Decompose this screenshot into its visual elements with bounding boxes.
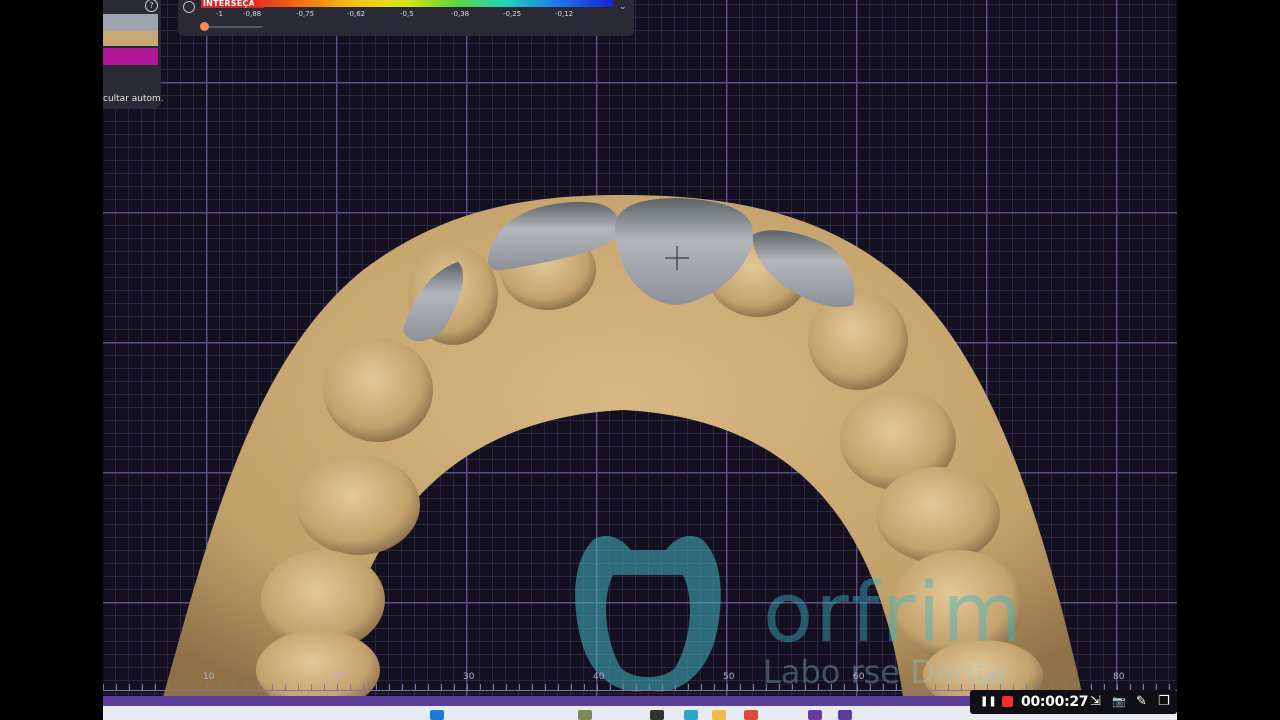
recording-time: 00:00:27 bbox=[1021, 694, 1089, 710]
ruler-tick bbox=[168, 684, 169, 690]
stop-button[interactable] bbox=[1002, 696, 1013, 707]
taskbar-app-icon[interactable] bbox=[684, 710, 698, 720]
ruler-tick bbox=[636, 684, 637, 690]
ruler-tick bbox=[597, 684, 598, 690]
ruler-tick bbox=[584, 684, 585, 690]
ruler-tick bbox=[350, 684, 351, 690]
ruler-tick bbox=[298, 684, 299, 690]
taskbar-app-icon[interactable] bbox=[650, 710, 664, 720]
ruler-tick bbox=[259, 684, 260, 690]
ruler-tick bbox=[415, 684, 416, 690]
swatch-gray[interactable] bbox=[103, 14, 158, 31]
ruler-tick bbox=[129, 684, 130, 690]
ruler-tick bbox=[688, 684, 689, 690]
ruler-tick bbox=[363, 684, 364, 690]
logo-mark bbox=[575, 535, 721, 692]
scale-label: -0,12 bbox=[555, 10, 574, 18]
autohide-label[interactable]: cultar autom. bbox=[103, 94, 164, 104]
tooth bbox=[296, 455, 420, 555]
tooth bbox=[876, 467, 1000, 563]
ruler-tick bbox=[337, 684, 338, 690]
ruler-tick bbox=[402, 684, 403, 690]
ruler-tick bbox=[493, 684, 494, 690]
gauge-icon[interactable] bbox=[183, 1, 195, 13]
ruler-tick bbox=[532, 684, 533, 690]
left-black-bar bbox=[0, 0, 103, 720]
ruler-label: 50 bbox=[723, 672, 735, 682]
ruler-label: 40 bbox=[593, 672, 605, 682]
chevron-down-icon[interactable]: ⌄ bbox=[619, 2, 627, 12]
taskbar-app-icon[interactable] bbox=[838, 710, 852, 720]
scale-label: -1 bbox=[216, 10, 223, 18]
expand-icon[interactable]: ⇲ bbox=[1090, 693, 1101, 711]
ruler-tick bbox=[324, 684, 325, 690]
taskbar-app-icon[interactable] bbox=[808, 710, 822, 720]
ruler-tick bbox=[649, 684, 650, 690]
ruler-tick bbox=[545, 684, 546, 690]
ruler-tick bbox=[194, 684, 195, 690]
folder-icon[interactable] bbox=[712, 710, 726, 720]
ruler-tick bbox=[675, 684, 676, 690]
ruler-tick bbox=[220, 684, 221, 690]
ruler-tick bbox=[207, 684, 208, 690]
scale-label: -0,5 bbox=[400, 10, 414, 18]
ruler-label: 80 bbox=[1113, 672, 1125, 682]
ruler-tick bbox=[506, 684, 507, 690]
ruler-tick bbox=[376, 684, 377, 690]
ruler-tick bbox=[181, 684, 182, 690]
swatch-magenta[interactable] bbox=[103, 48, 158, 65]
ruler-tick bbox=[714, 684, 715, 690]
tooth bbox=[323, 338, 433, 442]
window-icon[interactable]: ❐ bbox=[1158, 693, 1170, 711]
ruler-label: 10 bbox=[203, 672, 215, 682]
ruler-tick bbox=[454, 684, 455, 690]
ruler-tick bbox=[571, 684, 572, 690]
ruler-tick bbox=[467, 684, 468, 690]
right-black-bar bbox=[1177, 0, 1280, 720]
ruler-tick bbox=[116, 684, 117, 690]
threshold-slider[interactable] bbox=[205, 26, 262, 28]
pen-icon[interactable]: ✎ bbox=[1136, 693, 1147, 711]
ruler-tick bbox=[441, 684, 442, 690]
ruler-tick bbox=[311, 684, 312, 690]
ruler-tick bbox=[740, 684, 741, 690]
ruler-tick bbox=[558, 684, 559, 690]
camera-icon[interactable]: 📷 bbox=[1112, 693, 1126, 711]
watermark-name: orfrim bbox=[763, 566, 1025, 661]
swatch-gold[interactable] bbox=[103, 31, 158, 46]
ruler-tick bbox=[155, 684, 156, 690]
ruler-tick bbox=[428, 684, 429, 690]
ruler-label: 30 bbox=[463, 672, 475, 682]
scale-label: -0,75 bbox=[296, 10, 315, 18]
tooth bbox=[808, 290, 908, 390]
scale-label: -0,62 bbox=[347, 10, 366, 18]
scale-label: -0,25 bbox=[503, 10, 522, 18]
ruler-label: 20 bbox=[333, 672, 345, 682]
threshold-slider-thumb[interactable] bbox=[200, 22, 209, 31]
ruler-tick bbox=[480, 684, 481, 690]
ruler-tick bbox=[610, 684, 611, 690]
ruler-tick bbox=[753, 684, 754, 690]
ruler-tick bbox=[519, 684, 520, 690]
ruler-tick bbox=[623, 684, 624, 690]
ruler-tick bbox=[285, 684, 286, 690]
color-scale-bar bbox=[254, 0, 613, 7]
ruler-tick bbox=[701, 684, 702, 690]
ruler-tick bbox=[272, 684, 273, 690]
ruler-tick bbox=[233, 684, 234, 690]
taskbar-app-icon[interactable] bbox=[578, 710, 592, 720]
start-icon[interactable] bbox=[430, 710, 444, 720]
chrome-icon[interactable] bbox=[744, 710, 758, 720]
watermark-subtitle: Labo rse Denta bbox=[763, 653, 1007, 691]
ruler-tick bbox=[142, 684, 143, 690]
scale-label: -0,38 bbox=[451, 10, 470, 18]
ruler-tick bbox=[103, 684, 104, 690]
ruler-tick bbox=[389, 684, 390, 690]
scale-label: -0,88 bbox=[243, 10, 262, 18]
ruler-tick bbox=[727, 684, 728, 690]
ruler-tick bbox=[246, 684, 247, 690]
pause-button[interactable]: ❚❚ bbox=[980, 693, 997, 711]
ruler-tick bbox=[662, 684, 663, 690]
